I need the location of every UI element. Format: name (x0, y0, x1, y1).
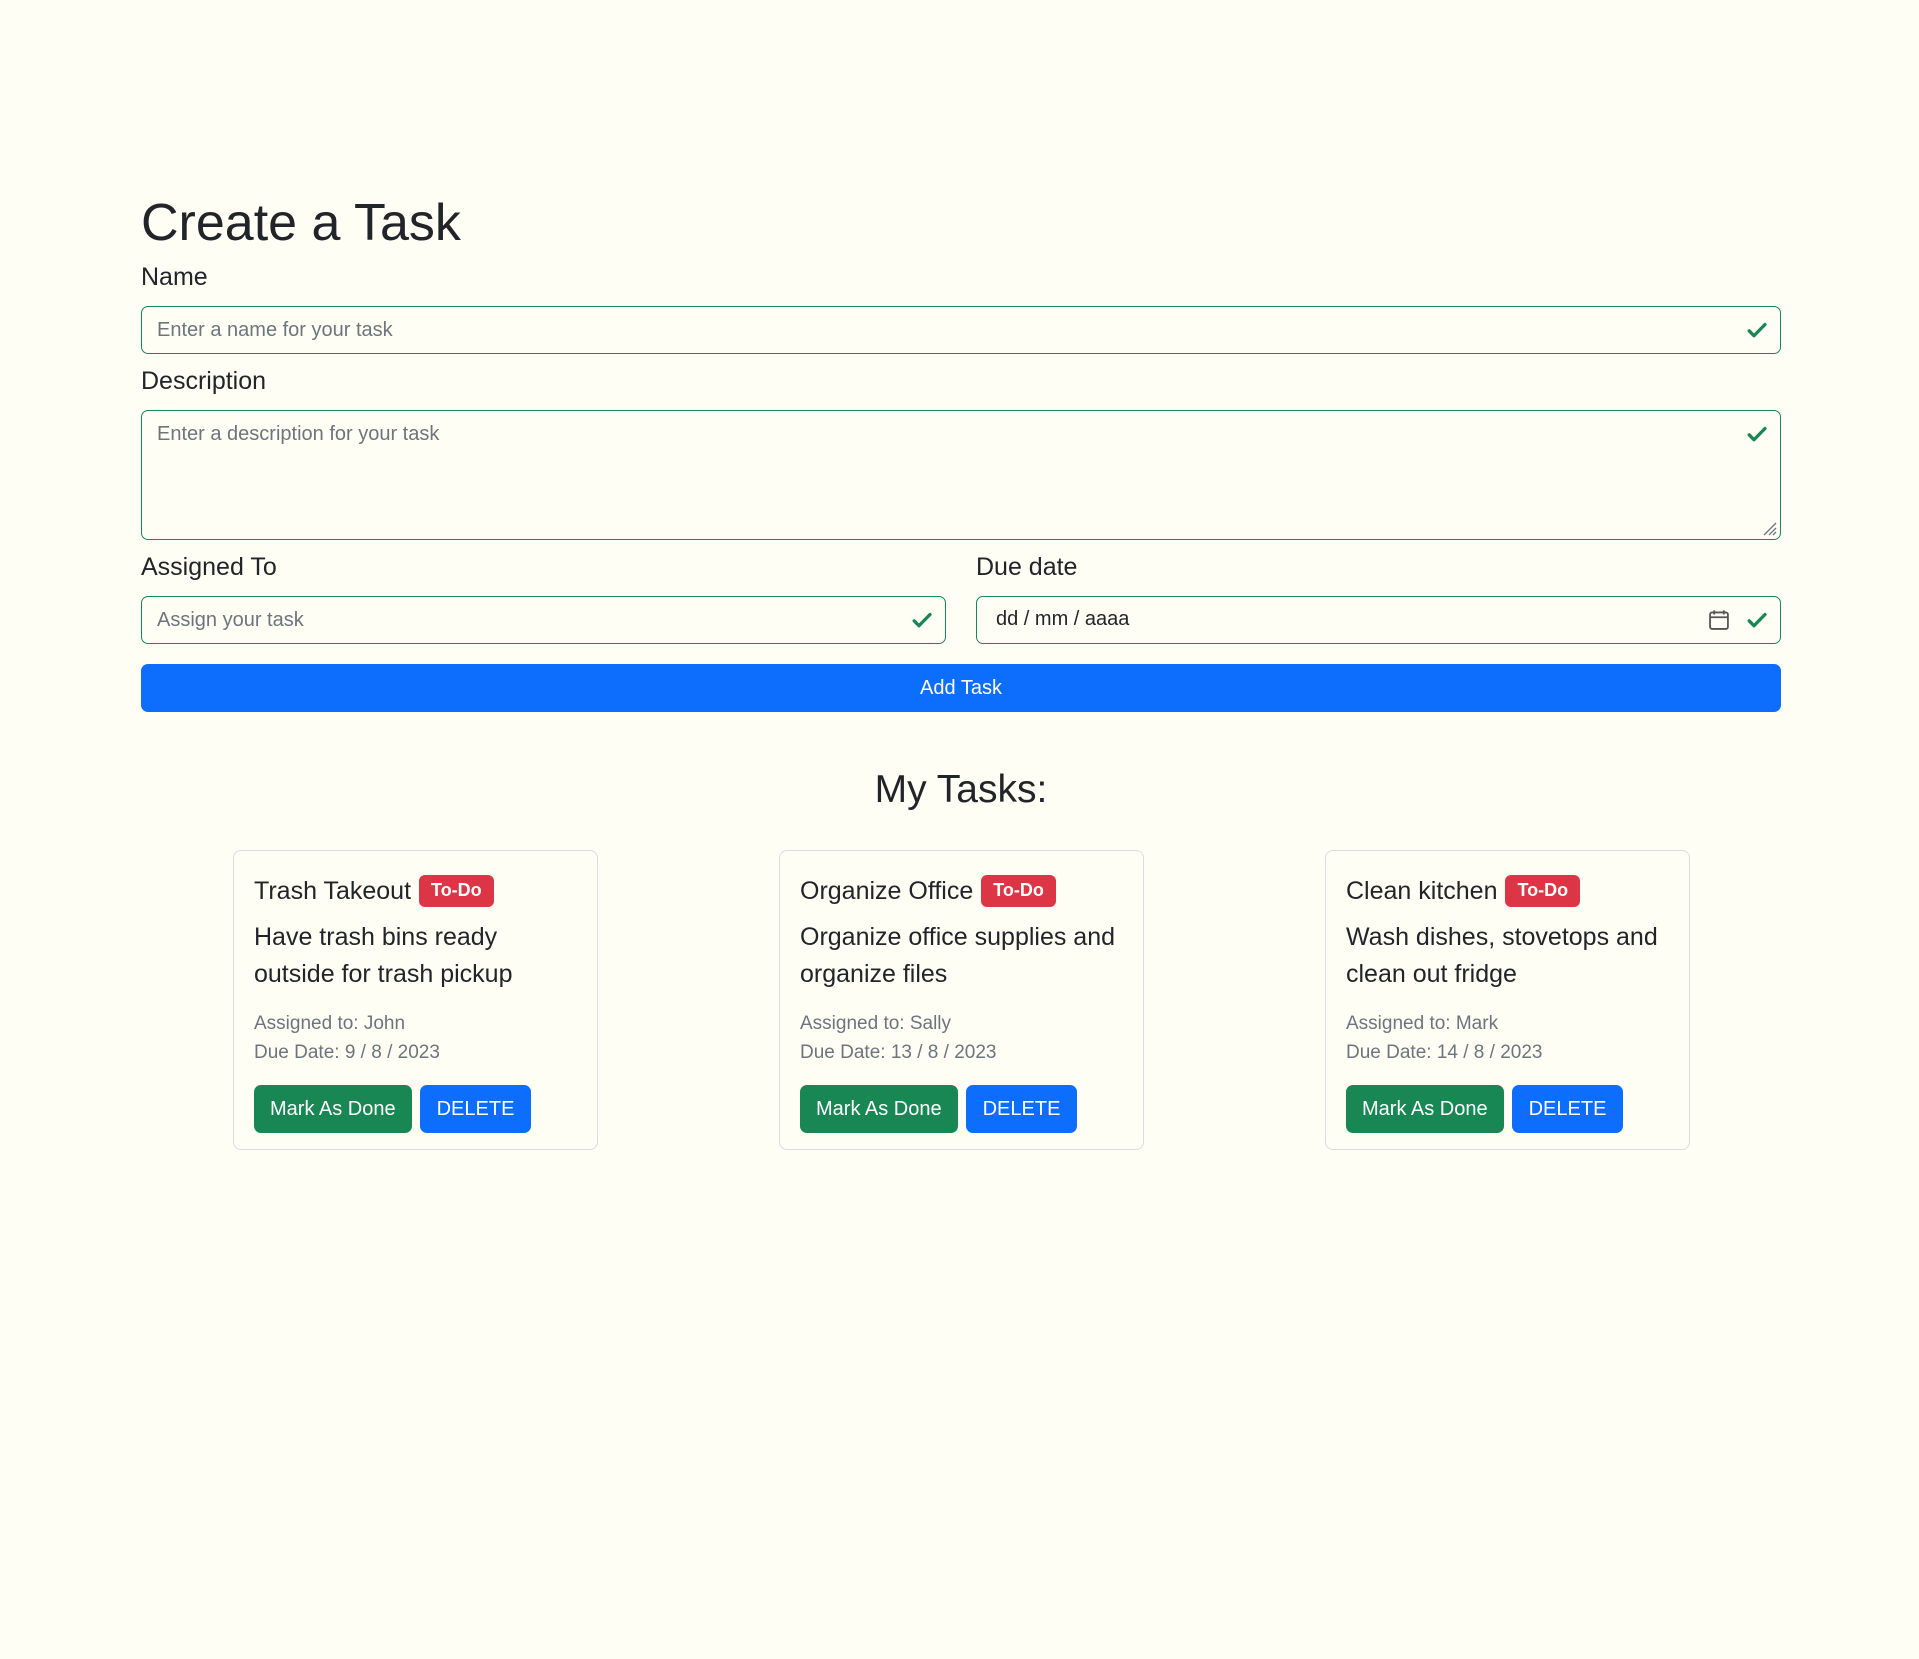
add-task-button[interactable]: Add Task (141, 664, 1781, 712)
task-name: Clean kitchen (1346, 877, 1498, 905)
name-field (141, 306, 1781, 354)
check-icon (1747, 612, 1767, 628)
mark-as-done-button[interactable]: Mark As Done (800, 1085, 958, 1133)
mark-as-done-button[interactable]: Mark As Done (1346, 1085, 1504, 1133)
assigned-column: Assigned To (141, 550, 946, 644)
task-card: Organize Office To-Do Organize office su… (779, 850, 1144, 1150)
task-list: Trash Takeout To-Do Have trash bins read… (141, 850, 1781, 1150)
assigned-label: Assigned To (141, 553, 277, 581)
task-due-date: Due Date: 9 / 8 / 2023 (254, 1042, 440, 1063)
assigned-input[interactable] (142, 597, 945, 643)
due-date-input[interactable]: dd / mm / aaaa (976, 596, 1781, 644)
due-date-placeholder: dd / mm / aaaa (996, 608, 1130, 630)
status-badge: To-Do (981, 875, 1056, 907)
task-card: Trash Takeout To-Do Have trash bins read… (233, 850, 598, 1150)
task-due-date: Due Date: 13 / 8 / 2023 (800, 1042, 997, 1063)
check-icon (912, 612, 932, 628)
check-icon (1747, 322, 1767, 338)
tasks-title: My Tasks: (874, 768, 1048, 811)
status-badge: To-Do (419, 875, 494, 907)
status-badge: To-Do (1505, 875, 1581, 907)
calendar-icon[interactable] (1708, 609, 1730, 631)
mark-as-done-button[interactable]: Mark As Done (254, 1085, 412, 1133)
description-label: Description (141, 367, 267, 395)
task-assigned: Assigned to: Sally (800, 1013, 952, 1034)
name-label: Name (141, 263, 208, 291)
task-assigned: Assigned to: Mark (1346, 1013, 1499, 1034)
task-card: Clean kitchen To-Do Wash dishes, stoveto… (1325, 850, 1690, 1150)
due-date-column: Due date dd / mm / aaaa (976, 550, 1781, 644)
delete-button[interactable]: DELETE (419, 1085, 532, 1133)
resize-handle-icon[interactable] (1759, 518, 1777, 536)
delete-button[interactable]: DELETE (965, 1085, 1078, 1133)
create-task-form: Create a Task Name Description Assigned … (141, 186, 1781, 1150)
task-description: Wash dishes, stovetops and clean out fri… (1346, 923, 1658, 988)
delete-button[interactable]: DELETE (1511, 1085, 1624, 1133)
task-name: Organize Office (800, 877, 974, 905)
due-date-label: Due date (976, 553, 1078, 581)
task-description: Organize office supplies and organize fi… (800, 923, 1116, 988)
description-input[interactable] (142, 411, 1780, 539)
page-title: Create a Task (141, 194, 461, 252)
description-field (141, 410, 1781, 540)
name-input[interactable] (142, 307, 1780, 353)
task-assigned: Assigned to: John (254, 1013, 406, 1034)
task-name: Trash Takeout (254, 877, 412, 905)
task-due-date: Due Date: 14 / 8 / 2023 (1346, 1042, 1543, 1063)
assigned-field (141, 596, 946, 644)
task-description: Have trash bins ready outside for trash … (254, 923, 513, 988)
check-icon (1747, 426, 1767, 442)
